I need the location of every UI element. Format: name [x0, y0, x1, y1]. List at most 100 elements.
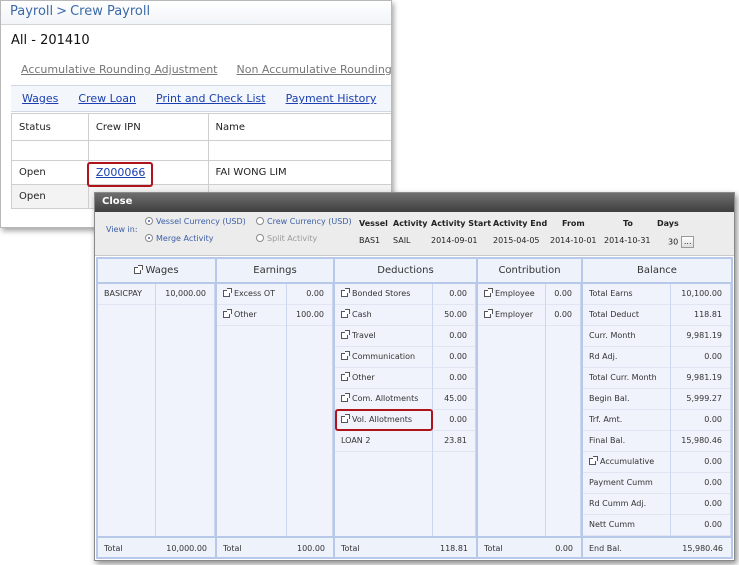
radio-unselected-icon	[256, 234, 264, 242]
contribution-item-amount: 0.00	[546, 284, 580, 305]
deduction-item-other[interactable]: Other	[335, 368, 432, 389]
balance-item-amount: 0.00	[671, 515, 730, 536]
earnings-item-other[interactable]: Other	[217, 305, 286, 326]
balance-label-col: Total Earns Total Deduct Curr. Month Rd …	[583, 284, 671, 557]
deduction-item-amount: 23.81	[433, 431, 475, 452]
column-header-crew-ipn[interactable]: Crew IPN	[87, 113, 209, 141]
split-activity-radio[interactable]: Split Activity	[256, 234, 317, 243]
wages-column: Wages BASICPAY 10,000.00 Total 10,000.00	[98, 259, 217, 557]
non-accumulative-rounding-link[interactable]: Non Accumulative Rounding Ad	[237, 63, 392, 76]
contribution-header: Contribution	[478, 259, 581, 284]
balance-item-label: Total Curr. Month	[583, 368, 670, 389]
wages-total: 10,000.00	[166, 544, 207, 553]
deduction-item-amount: 45.00	[433, 389, 475, 410]
merge-activity-label: Merge Activity	[156, 234, 214, 243]
radio-unselected-icon	[256, 217, 264, 225]
radio-selected-icon	[145, 217, 153, 225]
deduction-item-label: Travel	[352, 331, 376, 340]
info-header-vessel: Vessel	[359, 219, 388, 228]
earnings-header: Earnings	[217, 259, 333, 284]
view-in-label: View in:	[106, 225, 138, 234]
breadcrumb-payroll[interactable]: Payroll	[10, 4, 53, 19]
wages-item-label: BASICPAY	[98, 284, 155, 305]
tab-print-and-check-list[interactable]: Print and Check List	[156, 92, 266, 105]
tab-payment-history[interactable]: Payment History	[286, 92, 377, 105]
column-header-status[interactable]: Status	[11, 113, 89, 141]
balance-item-amount: 0.00	[671, 494, 730, 515]
breadcrumb: Payroll > Crew Payroll	[1, 1, 391, 25]
filter-row	[11, 140, 391, 161]
contribution-item-employer[interactable]: Employer	[478, 305, 545, 326]
earnings-item-excess-ot[interactable]: Excess OT	[217, 284, 286, 305]
merge-activity-radio[interactable]: Merge Activity	[145, 234, 213, 243]
balance-column: Balance Total Earns Total Deduct Curr. M…	[583, 259, 731, 557]
info-activity-start: 2014-09-01	[431, 236, 478, 245]
contribution-item-label: Employer	[495, 310, 533, 319]
deduction-item-label: Bonded Stores	[352, 289, 411, 298]
deduction-item-amount: 0.00	[433, 284, 475, 305]
deductions-total-row: Total 118.81	[335, 536, 476, 557]
vessel-currency-radio[interactable]: Vessel Currency (USD)	[145, 217, 246, 226]
balance-item-accumulative[interactable]: Accumulative	[583, 452, 670, 473]
accumulative-rounding-link[interactable]: Accumulative Rounding Adjustment	[21, 63, 218, 76]
crew-currency-label: Crew Currency (USD)	[267, 217, 352, 226]
total-label: Total	[484, 544, 503, 553]
external-link-icon	[223, 309, 232, 318]
radio-selected-icon	[145, 234, 153, 242]
total-label: Total	[104, 544, 123, 553]
balance-item-label: Trf. Amt.	[583, 410, 670, 431]
deduction-item-cash[interactable]: Cash	[335, 305, 432, 326]
balance-item-label: Begin Bal.	[583, 389, 670, 410]
crew-currency-radio[interactable]: Crew Currency (USD)	[256, 217, 352, 226]
deduction-item-amount: 0.00	[433, 326, 475, 347]
balance-item-label: Accumulative	[600, 457, 655, 466]
highlight-box-vol-allotments	[335, 409, 433, 431]
close-button[interactable]: Close	[102, 196, 132, 207]
table-row[interactable]: Open Z000066 FAI WONG LIM	[11, 160, 391, 185]
deduction-item-travel[interactable]: Travel	[335, 326, 432, 347]
wages-item-amount: 10,000.00	[156, 284, 214, 305]
earnings-amount-col: 0.00 100.00	[287, 284, 333, 557]
external-link-icon	[484, 309, 493, 318]
filter-cell[interactable]	[207, 140, 391, 161]
balance-item-amount: 9,981.19	[671, 368, 730, 389]
external-link-icon	[341, 372, 350, 381]
tab-wages[interactable]: Wages	[22, 92, 58, 105]
vessel-currency-label: Vessel Currency (USD)	[156, 217, 246, 226]
contribution-total: 0.00	[555, 544, 573, 553]
deduction-item-communication[interactable]: Communication	[335, 347, 432, 368]
contribution-item-employee[interactable]: Employee	[478, 284, 545, 305]
wages-amount-col: 10,000.00	[156, 284, 215, 557]
balance-item-amount: 0.00	[671, 347, 730, 368]
total-label: Total	[223, 544, 242, 553]
info-days-wrap: 30...	[668, 236, 695, 248]
balance-amount-col: 10,100.00 118.81 9,981.19 0.00 9,981.19 …	[671, 284, 731, 557]
wages-total-row: Total 10,000.00	[98, 536, 215, 557]
balance-item-label: Rd Cumm Adj.	[583, 494, 670, 515]
wages-header[interactable]: Wages	[98, 259, 215, 284]
column-header-name[interactable]: Name	[207, 113, 391, 141]
info-vessel: BAS1	[359, 236, 381, 245]
balance-item-amount: 0.00	[671, 452, 730, 473]
info-header-to: To	[623, 219, 633, 228]
filter-cell[interactable]	[11, 140, 89, 161]
info-header-activity-end: Activity End	[493, 219, 548, 228]
contribution-item-amount: 0.00	[546, 305, 580, 326]
wages-label-col: BASICPAY	[98, 284, 156, 557]
balance-item-amount: 118.81	[671, 305, 730, 326]
deduction-item-amount: 50.00	[433, 305, 475, 326]
end-balance-label: End Bal.	[589, 544, 622, 553]
contribution-column: Contribution Employee Employer 0.00 0.00…	[478, 259, 583, 557]
more-button[interactable]: ...	[681, 236, 695, 248]
deduction-item-bonded-stores[interactable]: Bonded Stores	[335, 284, 432, 305]
info-activity: SAIL	[393, 236, 411, 245]
contribution-total-row: Total 0.00	[478, 536, 581, 557]
balance-item-label: Nett Cumm	[583, 515, 670, 536]
tab-crew-loan[interactable]: Crew Loan	[78, 92, 136, 105]
balance-item-label: Total Earns	[583, 284, 670, 305]
filter-cell[interactable]	[87, 140, 209, 161]
view-options-bar: View in: Vessel Currency (USD) Crew Curr…	[95, 212, 734, 256]
dialog-header: Close	[95, 193, 734, 212]
deduction-item-com-allotments[interactable]: Com. Allotments	[335, 389, 432, 410]
payroll-breakdown-grid: Wages BASICPAY 10,000.00 Total 10,000.00 …	[96, 257, 733, 559]
